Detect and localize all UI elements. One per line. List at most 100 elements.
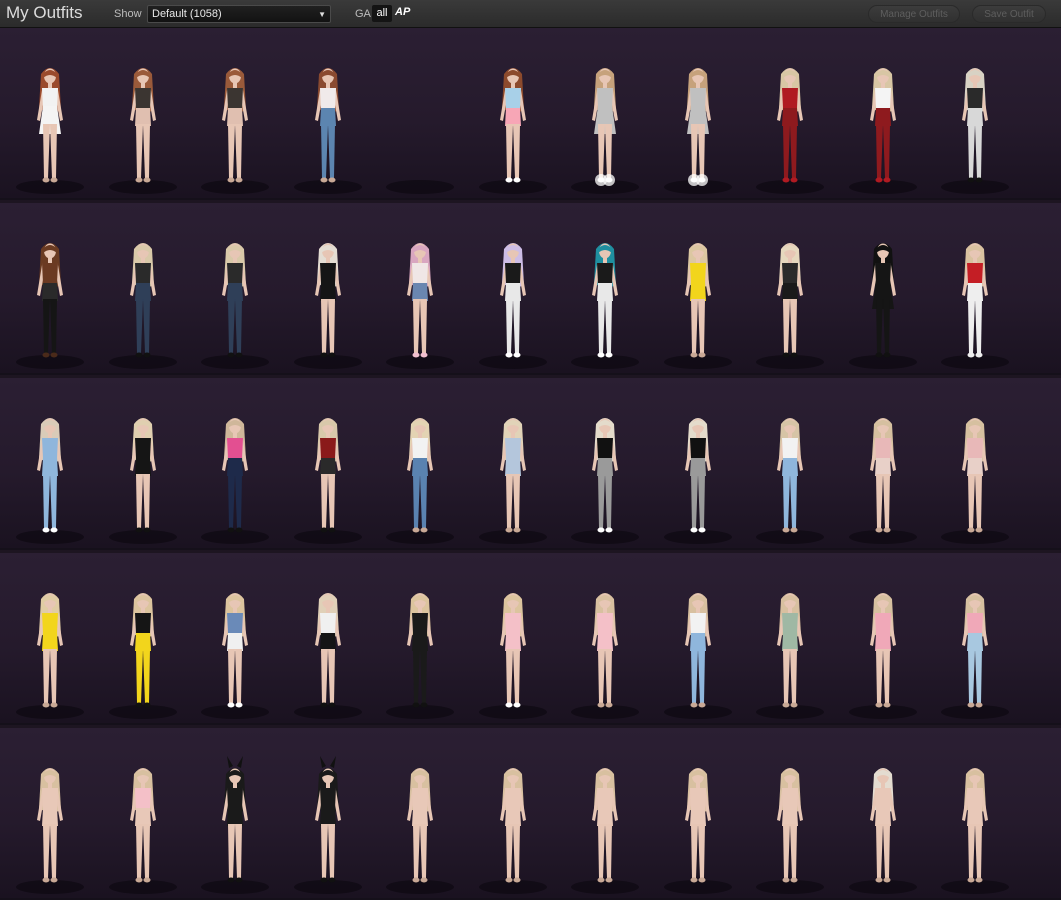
show-label: Show [114, 8, 142, 20]
avatar-figure [592, 243, 618, 358]
outfit-thumbnail[interactable] [97, 28, 189, 200]
avatar-figure [777, 768, 803, 883]
avatar-figure [499, 768, 526, 883]
avatar-figure [407, 768, 433, 883]
outfit-thumbnail[interactable] [744, 728, 836, 900]
outfit-thumbnail[interactable] [744, 378, 836, 550]
outfit-thumbnail[interactable] [189, 728, 281, 900]
outfit-thumbnail[interactable] [4, 28, 96, 200]
outfit-row [0, 203, 1061, 375]
outfit-thumbnail[interactable] [929, 203, 1021, 375]
page-title: My Outfits [6, 3, 83, 22]
outfit-thumbnail[interactable] [282, 203, 374, 375]
avatar-figure [37, 243, 63, 358]
avatar-figure [222, 418, 248, 533]
outfit-thumbnail[interactable] [744, 28, 836, 200]
outfit-thumbnail[interactable] [374, 728, 466, 900]
top-toolbar: My Outfits Show Default (1058) ▼ GA all … [0, 0, 1061, 28]
outfit-thumbnail[interactable] [189, 553, 281, 725]
filter-all-button[interactable]: all [372, 5, 392, 22]
outfit-thumbnail[interactable] [4, 728, 96, 900]
avatar-figure [314, 243, 341, 358]
outfit-thumbnail[interactable] [929, 728, 1021, 900]
outfit-thumbnail[interactable] [374, 203, 466, 375]
outfit-thumbnail[interactable] [4, 553, 96, 725]
caret-down-icon: ▼ [318, 10, 326, 19]
outfit-thumbnail[interactable] [467, 28, 559, 200]
outfit-thumbnail[interactable] [837, 728, 929, 900]
avatar-figure [37, 418, 63, 533]
outfit-thumbnail[interactable] [929, 28, 1021, 200]
outfit-thumbnail[interactable] [282, 728, 374, 900]
outfit-thumbnail[interactable] [837, 203, 929, 375]
avatar-figure [684, 68, 711, 186]
avatar-figure [962, 418, 988, 533]
avatar-figure [499, 593, 526, 708]
outfit-thumbnail[interactable] [744, 203, 836, 375]
avatar-figure [869, 768, 896, 883]
outfit-thumbnail[interactable] [559, 378, 651, 550]
outfit-thumbnail[interactable] [374, 553, 466, 725]
outfit-thumbnail[interactable] [559, 28, 651, 200]
outfit-thumbnail[interactable] [652, 378, 744, 550]
avatar-figure [407, 593, 433, 708]
outfit-thumbnail[interactable] [652, 728, 744, 900]
outfit-thumbnail[interactable] [652, 203, 744, 375]
avatar-figure [592, 418, 618, 533]
avatar-figure [684, 243, 711, 358]
avatar-figure [407, 243, 433, 358]
avatar-figure [869, 68, 896, 183]
outfit-thumbnail[interactable] [97, 553, 189, 725]
outfit-thumbnail[interactable] [744, 553, 836, 725]
outfit-thumbnail[interactable] [467, 203, 559, 375]
outfit-thumbnail[interactable] [189, 378, 281, 550]
outfit-thumbnail[interactable] [4, 203, 96, 375]
avatar-figure [37, 768, 63, 883]
outfit-thumbnail[interactable] [189, 28, 281, 200]
avatar-figure [314, 593, 341, 708]
outfit-thumbnail[interactable] [189, 203, 281, 375]
outfit-thumbnail[interactable] [559, 553, 651, 725]
avatar-figure [684, 418, 711, 533]
outfit-thumbnail[interactable] [467, 553, 559, 725]
outfit-thumbnail[interactable] [97, 378, 189, 550]
outfit-thumbnail[interactable] [559, 203, 651, 375]
outfit-row [0, 378, 1061, 550]
outfit-thumbnail[interactable] [652, 553, 744, 725]
outfit-thumbnail[interactable] [467, 728, 559, 900]
outfit-thumbnail[interactable] [282, 28, 374, 200]
avatar-figure [777, 418, 803, 533]
outfit-thumbnail[interactable] [559, 728, 651, 900]
outfit-thumbnail[interactable] [837, 28, 929, 200]
outfit-thumbnail[interactable] [97, 203, 189, 375]
avatar-figure [592, 768, 618, 883]
outfit-thumbnail[interactable] [282, 378, 374, 550]
manage-outfits-button[interactable]: Manage Outfits [868, 5, 960, 23]
outfit-thumbnail[interactable] [282, 553, 374, 725]
save-outfit-button[interactable]: Save Outfit [972, 5, 1046, 23]
outfit-grid [0, 28, 1061, 900]
avatar-figure [777, 243, 803, 358]
outfit-thumbnail[interactable] [4, 378, 96, 550]
show-filter-dropdown[interactable]: Default (1058) ▼ [147, 5, 331, 23]
avatar-figure [37, 593, 63, 708]
filter-ap-button[interactable]: AP [395, 6, 410, 18]
avatar-figure [869, 418, 896, 533]
avatar-figure [129, 418, 156, 533]
outfit-thumbnail[interactable] [97, 728, 189, 900]
avatar-figure [777, 68, 803, 183]
avatar-figure [222, 593, 248, 708]
outfit-thumbnail[interactable] [929, 378, 1021, 550]
outfit-thumbnail[interactable] [652, 28, 744, 200]
avatar-figure [314, 418, 341, 533]
outfit-row [0, 728, 1061, 900]
outfit-thumbnail[interactable] [837, 378, 929, 550]
outfit-thumbnail[interactable] [929, 553, 1021, 725]
empty-outfit-slot[interactable] [374, 28, 466, 200]
avatar-figure [222, 243, 248, 358]
outfit-thumbnail[interactable] [374, 378, 466, 550]
avatar-figure [592, 68, 618, 186]
outfit-thumbnail[interactable] [837, 553, 929, 725]
show-filter-value: Default (1058) [152, 8, 222, 20]
outfit-thumbnail[interactable] [467, 378, 559, 550]
